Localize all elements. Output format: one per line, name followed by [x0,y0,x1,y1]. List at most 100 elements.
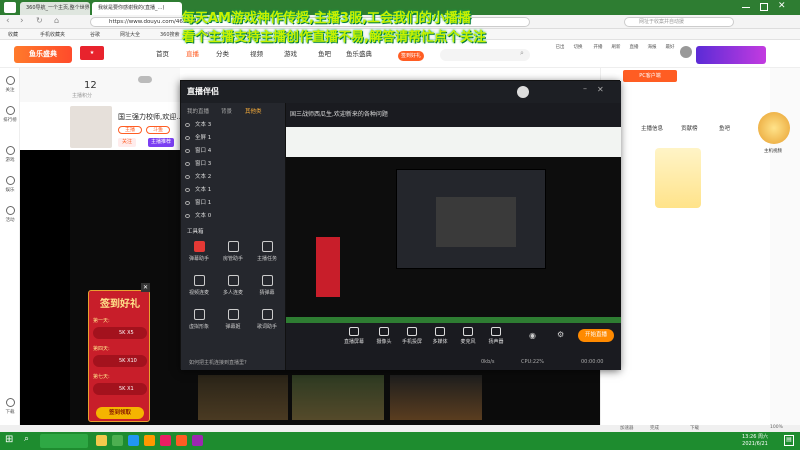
layer-item[interactable]: 文本 0 [185,210,281,222]
lc-tab[interactable]: 背景 [221,107,232,115]
right-tab[interactable]: 贡献榜 [681,124,698,132]
live-companion-icon[interactable] [192,435,203,446]
refresh-icon[interactable]: ↻ [36,16,43,25]
header-icon[interactable]: 直播 [626,44,642,50]
ctl-phone[interactable]: 手机投屏 [399,327,425,345]
search-input[interactable]: 网址于收案并自动援 [624,17,734,27]
home-icon[interactable]: ⌂ [54,16,59,25]
tool-danmu-helper[interactable]: 弹幕助手 [183,239,215,267]
lc-status-hint[interactable]: 如何把主机连接到直播里? [189,359,247,366]
eye-icon[interactable] [185,135,190,140]
nav-category[interactable]: 分类 [216,48,229,58]
sidebar-item-ent[interactable]: 娱乐 [1,172,19,202]
site-search-input[interactable] [440,49,530,61]
header-icon[interactable]: 最好 [662,44,678,50]
tool-multi-link[interactable]: 多人连麦 [217,273,249,301]
nav-video[interactable]: 视频 [250,48,263,58]
ctl-mic[interactable]: 麦克风 [455,327,481,345]
folder-icon[interactable] [96,435,107,446]
browser-logo-icon[interactable] [4,2,16,13]
search-icon[interactable]: ⌕ [24,434,29,444]
header-icon[interactable]: 开播 [590,44,606,50]
header-icon[interactable]: 刷新 [608,44,624,50]
status-item[interactable]: 下载 [690,425,699,431]
eye-icon[interactable] [185,187,190,192]
sidebar-item-activity[interactable]: 活动 [1,202,19,232]
eye-icon[interactable] [185,174,190,179]
tool-avatar[interactable]: 虚拟形象 [183,307,215,335]
ctl-camera[interactable]: 摄像头 [371,327,397,345]
maximize-icon[interactable] [760,3,768,11]
nav-game[interactable]: 游戏 [284,48,297,58]
tool-guess[interactable]: 猜弹幕 [251,273,283,301]
right-tab[interactable]: 主播信息 [641,124,663,132]
bookmark-item[interactable]: 谷歌 [90,31,100,38]
site-logo[interactable]: 鱼乐盛典 [14,46,72,63]
streamer-avatar[interactable] [70,106,112,148]
header-icon[interactable]: 切换 [570,44,586,50]
lc-user-avatar[interactable] [517,86,529,98]
lc-minimize-icon[interactable]: – [583,84,587,93]
settings-icon[interactable]: ⚙ [557,330,564,339]
hot-promo-button[interactable]: 签到好礼 [398,51,424,61]
close-icon[interactable]: ✕ [141,283,150,292]
sidebar-item-download[interactable]: 下载 [1,394,19,424]
app-icon[interactable] [144,435,155,446]
pc-client-button[interactable]: PC客户端 [623,70,677,82]
eye-toggle-icon[interactable]: ◉ [529,331,536,340]
eye-icon[interactable] [185,122,190,127]
back-icon[interactable]: ‹ [6,16,10,26]
user-avatar[interactable] [680,46,692,58]
bookmark-item[interactable]: 收藏 [8,31,18,38]
bookmark-item[interactable]: 360搜索 [160,31,180,38]
nav-home[interactable]: 首页 [156,48,169,58]
eye-icon[interactable] [185,148,190,153]
close-icon[interactable]: ✕ [778,1,786,11]
lc-preview-canvas[interactable] [286,127,621,323]
follow-button[interactable]: 关注 [118,138,136,147]
tab-douyu[interactable]: 我就是要你感谢我的(直播_…) [92,2,182,15]
bookmark-item[interactable]: 手机收藏夹 [40,31,65,38]
event-icon[interactable] [758,112,790,144]
tool-room-admin[interactable]: 房管助手 [217,239,249,267]
video-thumbnail[interactable] [198,375,288,420]
eye-icon[interactable] [185,213,190,218]
layer-item[interactable]: 文本 1 [185,184,281,196]
nav-live[interactable]: 直播 [186,48,199,58]
browser-360-icon[interactable] [112,435,123,446]
douyu-icon[interactable] [176,435,187,446]
nav-fishbar[interactable]: 鱼吧 [318,48,331,58]
ctl-media[interactable]: 多媒体 [427,327,453,345]
bookmark-item[interactable]: 网址大全 [120,31,140,38]
layer-item[interactable]: 文本 3 [185,119,281,131]
windows-start-icon[interactable]: ⊞ [5,434,13,445]
go-live-button[interactable]: 开始直播 [578,329,614,342]
ctl-speaker[interactable]: 扬声器 [483,327,509,345]
event-badge[interactable]: ★ [80,46,104,60]
eye-icon[interactable] [185,161,190,166]
layer-item[interactable]: 窗口 4 [185,145,281,157]
header-icon[interactable]: 已出 [552,44,568,50]
video-thumbnail[interactable] [292,375,384,420]
status-item[interactable]: 加速器 [620,425,634,431]
lc-tab[interactable]: 其他类 [245,107,262,115]
tool-tasks[interactable]: 主播任务 [251,239,283,267]
sidebar-item-rank[interactable]: 排行榜 [1,102,19,132]
nav-festival[interactable]: 鱼乐盛典 [346,48,372,58]
layer-item[interactable]: 窗口 3 [185,158,281,170]
header-icon[interactable]: 海报 [644,44,660,50]
checkin-button[interactable]: 签到领取 [96,407,144,419]
layer-item[interactable]: 窗口 1 [185,197,281,209]
tool-video-link[interactable]: 视频连麦 [183,273,215,301]
lc-close-icon[interactable]: ✕ [597,85,604,94]
forward-icon[interactable]: › [20,16,24,26]
taskbar-task-view[interactable] [40,434,88,448]
tool-lyrics[interactable]: 歌词助手 [251,307,283,335]
minimize-icon[interactable] [742,7,750,8]
tab-360[interactable]: 360导航_一个主页,整个世界 [20,2,90,15]
sidebar-item-game[interactable]: 游戏 [1,142,19,172]
right-tab[interactable]: 鱼吧 [719,124,730,132]
notification-icon[interactable]: ▤ [784,435,794,446]
video-thumbnail[interactable] [390,375,482,420]
app-icon[interactable] [160,435,171,446]
